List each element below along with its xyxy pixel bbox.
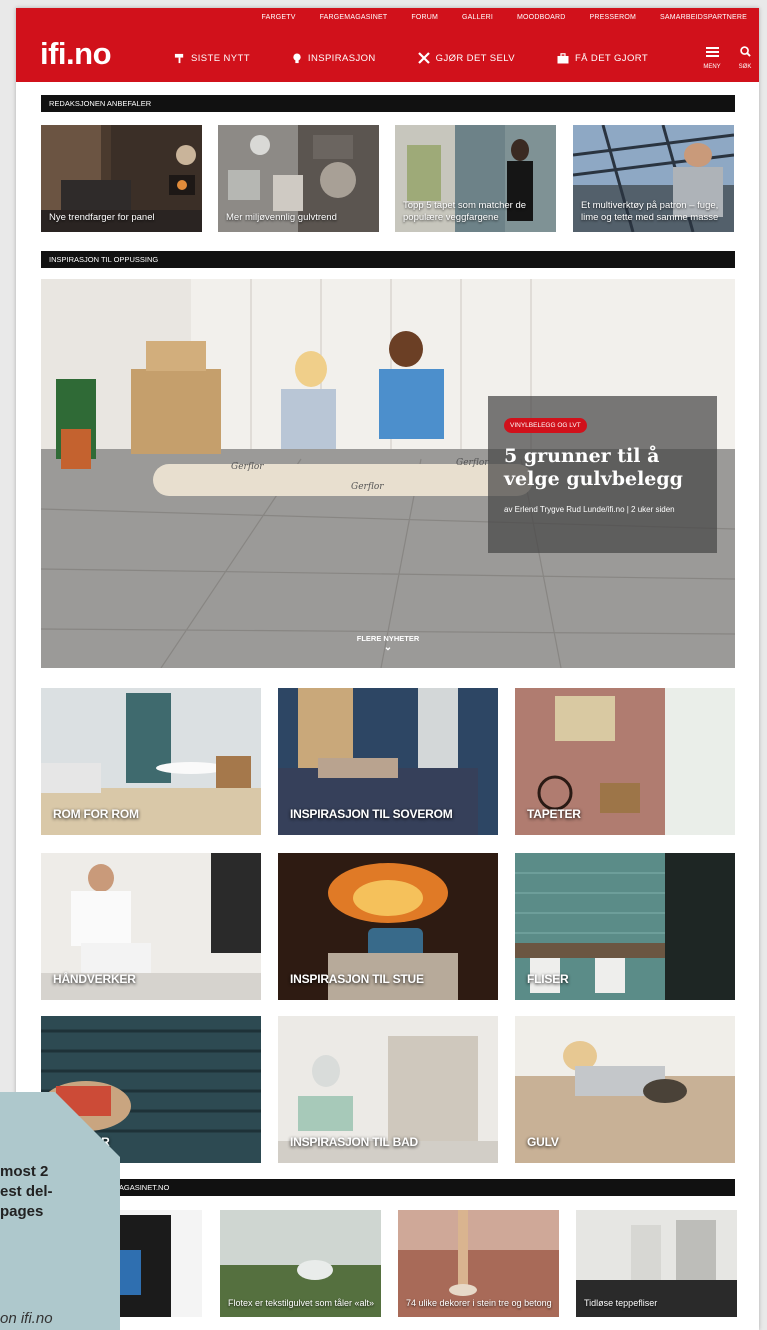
news-card-3[interactable]: 74 ulike dekorer i stein tre og betong xyxy=(398,1210,559,1317)
search-label: SØK xyxy=(738,64,752,70)
category-label: INSPIRASJON TIL SOVEROM xyxy=(290,807,453,821)
hero-byline: av Erlend Trygve Rud Lunde/ifi.no | 2 uk… xyxy=(504,505,675,514)
brand-text-3: Gerflor xyxy=(456,458,489,468)
nav-label: INSPIRASJON xyxy=(307,52,376,64)
more-news-link[interactable]: FLERE NYHETER ⌄ xyxy=(41,634,735,653)
hamburger-icon xyxy=(705,47,719,57)
category-soverom[interactable]: INSPIRASJON TIL SOVEROM xyxy=(278,688,498,835)
category-handverker[interactable]: HÅNDVERKER xyxy=(41,853,261,1000)
topnav-moodboard[interactable]: MOODBOARD xyxy=(505,8,577,28)
card-title: 74 ulike dekorer i stein tre og betong xyxy=(406,1298,552,1308)
site-logo[interactable]: ifi.no xyxy=(40,36,112,72)
nav-gjor-det-selv[interactable]: GJØR DET SELV xyxy=(417,52,515,64)
category-stue[interactable]: INSPIRASJON TIL STUE xyxy=(278,853,498,1000)
top-nav: FARGETV FARGEMAGASINET FORUM GALLERI MOO… xyxy=(250,8,760,28)
overlay-line-3: pages xyxy=(0,1203,44,1220)
nav-siste-nytt[interactable]: SISTE NYTT xyxy=(174,52,250,64)
category-label: INSPIRASJON TIL STUE xyxy=(290,972,424,986)
category-tapeter[interactable]: TAPETER xyxy=(515,688,735,835)
category-label: FLISER xyxy=(527,972,569,986)
search-button[interactable]: SØK xyxy=(734,44,756,70)
category-label: INSPIRASJON TIL BAD xyxy=(290,1135,418,1149)
overlay-line-2: est del- xyxy=(0,1183,53,1200)
category-bad[interactable]: INSPIRASJON TIL BAD xyxy=(278,1016,498,1163)
hero-card[interactable]: VINYLBELEGG OG LVT 5 grunner til å velge… xyxy=(488,396,717,553)
recommended-card-4[interactable]: Et multiverktøy på patron – fuge, lime o… xyxy=(573,125,734,232)
brand-text-2: Gerflor xyxy=(351,482,384,492)
hero-article[interactable]: Gerflor Gerflor Gerflor VINYLBELEGG OG L… xyxy=(41,279,735,668)
nav-label: SISTE NYTT xyxy=(191,52,250,64)
overlay-italic: on ifi.no xyxy=(0,1310,53,1327)
chevron-down-icon: ⌄ xyxy=(383,642,393,653)
section-header-recommended: REDAKSJONEN ANBEFALER xyxy=(41,95,735,112)
category-label: TAPETER xyxy=(527,807,581,821)
menu-button[interactable]: MENY xyxy=(698,44,726,70)
brand-text-1: Gerflor xyxy=(231,462,264,472)
card-title: Topp 5 tapet som matcher de populære veg… xyxy=(403,200,527,223)
hero-title[interactable]: 5 grunner til å velge gulvbelegg xyxy=(504,445,701,491)
tools-icon xyxy=(417,52,430,64)
card-title: Nye trendfarger for panel xyxy=(49,212,155,223)
search-icon xyxy=(739,46,751,57)
briefcase-icon xyxy=(557,52,569,63)
card-title: Flotex er tekstilgulvet som tåler «alt» xyxy=(228,1298,375,1308)
topnav-presserom[interactable]: PRESSEROM xyxy=(577,8,648,28)
news-card-4[interactable]: Tidløse teppefliser xyxy=(576,1210,737,1317)
topnav-samarbeidspartnere[interactable]: SAMARBEIDSPARTNERE xyxy=(648,8,759,28)
category-rom-for-rom[interactable]: ROM FOR ROM xyxy=(41,688,261,835)
paint-roller-icon xyxy=(174,53,184,63)
card-title: Mer miljøvennlig gulvtrend xyxy=(226,212,337,223)
page: FARGETV FARGEMAGASINET FORUM GALLERI MOO… xyxy=(16,8,759,1330)
menu-label: MENY xyxy=(703,64,721,70)
news-card-2[interactable]: Flotex er tekstilgulvet som tåler «alt» xyxy=(220,1210,381,1317)
category-fliser[interactable]: FLISER xyxy=(515,853,735,1000)
site-header: FARGETV FARGEMAGASINET FORUM GALLERI MOO… xyxy=(16,8,759,82)
category-label: HÅNDVERKER xyxy=(53,972,136,986)
overlay-text: most 2 est del- pages xyxy=(0,1162,53,1222)
category-label: GULV xyxy=(527,1135,559,1149)
topnav-fargetv[interactable]: FARGETV xyxy=(250,8,308,28)
category-tag[interactable]: VINYLBELEGG OG LVT xyxy=(504,418,587,433)
category-label: ROM FOR ROM xyxy=(53,807,139,821)
recommended-card-2[interactable]: Mer miljøvennlig gulvtrend xyxy=(218,125,379,232)
recommended-card-1[interactable]: Nye trendfarger for panel xyxy=(41,125,202,232)
nav-label: GJØR DET SELV xyxy=(435,52,515,64)
overlay-line-1: most 2 xyxy=(0,1163,49,1180)
recommended-card-3[interactable]: Topp 5 tapet som matcher de populære veg… xyxy=(395,125,556,232)
lightbulb-icon xyxy=(293,52,301,63)
main-nav: SISTE NYTT INSPIRASJON GJØR DET SELV FÅ … xyxy=(174,52,690,64)
nav-label: FÅ DET GJORT xyxy=(574,52,649,64)
nav-fa-det-gjort[interactable]: FÅ DET GJORT xyxy=(557,52,648,64)
category-gulv[interactable]: GULV xyxy=(515,1016,735,1163)
card-title: Et multiverktøy på patron – fuge, lime o… xyxy=(581,200,719,223)
nav-inspirasjon[interactable]: INSPIRASJON xyxy=(292,52,376,64)
topnav-forum[interactable]: FORUM xyxy=(399,8,450,28)
section-header-news: NYTT FRA FARGEMAGASINET.NO xyxy=(41,1179,735,1196)
topnav-galleri[interactable]: GALLERI xyxy=(450,8,505,28)
section-header-inspiration: INSPIRASJON TIL OPPUSSING xyxy=(41,251,735,268)
topnav-fargemagasinet[interactable]: FARGEMAGASINET xyxy=(308,8,400,28)
card-title: Tidløse teppefliser xyxy=(584,1298,658,1308)
